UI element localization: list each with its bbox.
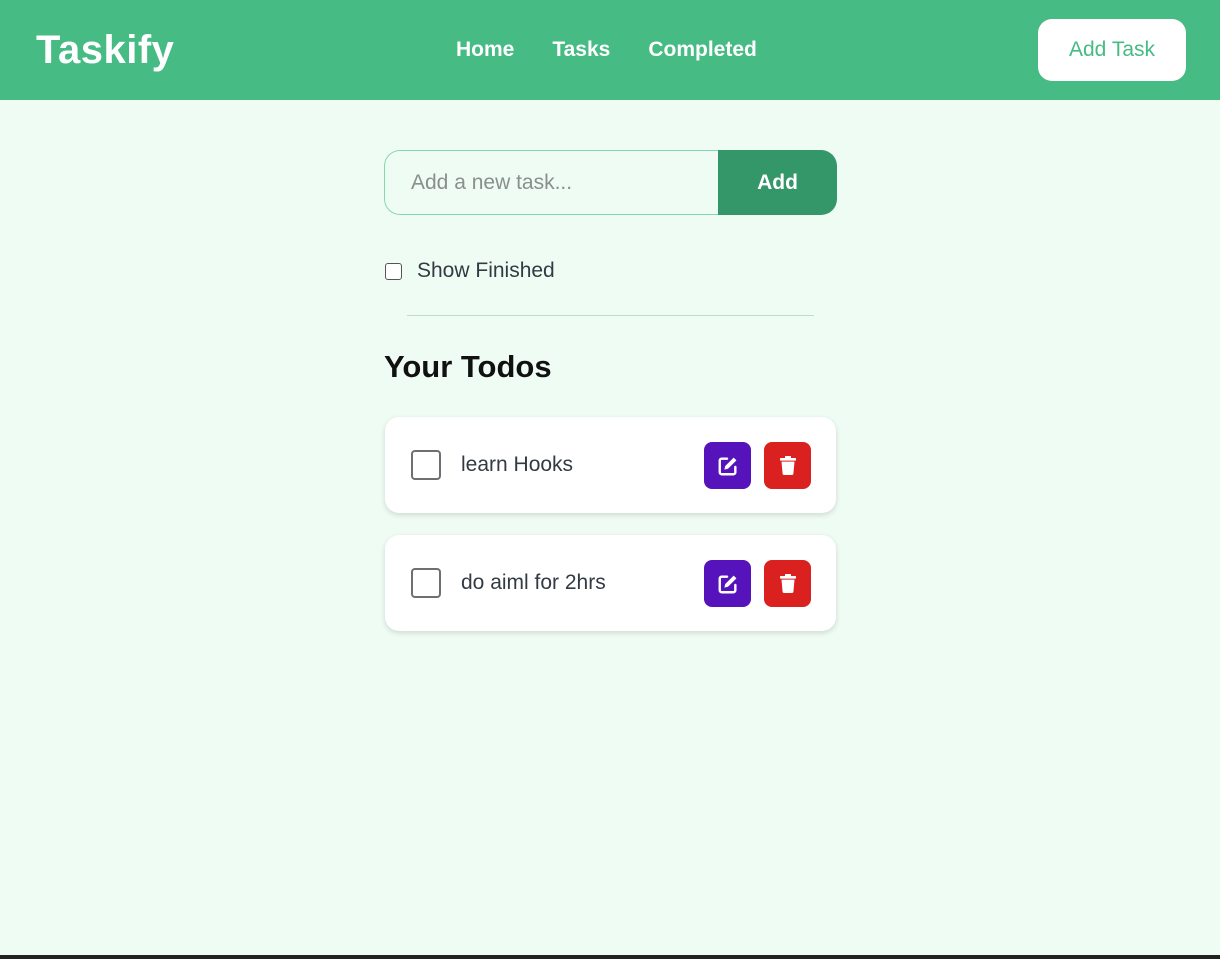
top-navbar: Taskify Home Tasks Completed Add Task [0, 0, 1220, 100]
todos-title: Your Todos [384, 349, 552, 384]
trash-icon [779, 574, 796, 593]
edit-icon [717, 573, 739, 595]
brand-logo[interactable]: Taskify [36, 26, 174, 74]
edit-todo-button[interactable] [704, 560, 751, 607]
trash-icon [779, 456, 796, 475]
show-finished-toggle[interactable]: Show Finished [385, 259, 555, 283]
todo-checkbox[interactable] [411, 450, 441, 480]
show-finished-label: Show Finished [417, 259, 555, 282]
todo-text: learn Hooks [461, 453, 574, 476]
todo-item: do aiml for 2hrs [385, 535, 836, 631]
section-divider [407, 315, 814, 316]
edit-todo-button[interactable] [704, 442, 751, 489]
nav-completed-link[interactable]: Completed [648, 36, 757, 64]
nav-links: Home Tasks Completed [456, 36, 757, 64]
nav-tasks-link[interactable]: Tasks [552, 36, 610, 64]
app-viewport: Taskify Home Tasks Completed Add Task Ad… [0, 0, 1220, 955]
delete-todo-button[interactable] [764, 442, 811, 489]
header-add-task-button[interactable]: Add Task [1038, 19, 1186, 81]
add-task-button[interactable]: Add [718, 150, 837, 215]
nav-home-link[interactable]: Home [456, 36, 514, 64]
show-finished-checkbox[interactable] [385, 262, 402, 280]
delete-todo-button[interactable] [764, 560, 811, 607]
edit-icon [717, 455, 739, 477]
todo-item: learn Hooks [385, 417, 836, 513]
todo-text: do aiml for 2hrs [461, 571, 606, 594]
new-task-input[interactable] [384, 150, 718, 215]
todo-checkbox[interactable] [411, 568, 441, 598]
